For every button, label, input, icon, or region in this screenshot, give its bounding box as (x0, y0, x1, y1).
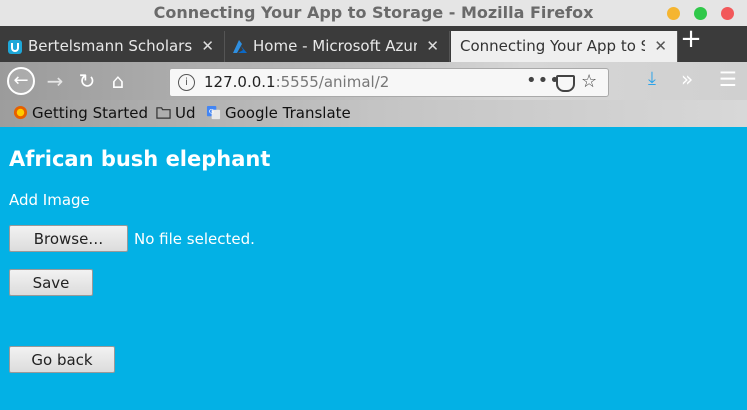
browse-button[interactable]: Browse… (9, 225, 128, 252)
folder-icon (156, 107, 171, 119)
close-window-button[interactable] (721, 7, 734, 20)
window-titlebar: Connecting Your App to Storage - Mozilla… (0, 0, 747, 26)
firefox-icon (13, 105, 28, 120)
pocket-icon[interactable] (556, 75, 575, 92)
url-text[interactable]: 127.0.0.1:5555/animal/2 (204, 73, 389, 91)
save-button[interactable]: Save (9, 269, 93, 296)
tab-label: Connecting Your App to St (460, 37, 645, 55)
tab-label: Home - Microsoft Azur (253, 37, 417, 55)
page-heading: African bush elephant (9, 147, 271, 171)
minimize-button[interactable] (667, 7, 680, 20)
bookmark-label: Google Translate (225, 104, 351, 122)
bookmark-folder-ud[interactable]: Ud (156, 104, 196, 122)
file-status-text: No file selected. (134, 230, 255, 248)
close-tab-icon[interactable]: ✕ (426, 31, 439, 62)
bookmark-getting-started[interactable]: Getting Started (13, 104, 148, 122)
add-image-label: Add Image (9, 191, 90, 209)
bookmark-google-translate[interactable]: G Google Translate (206, 104, 351, 122)
window-title: Connecting Your App to Storage - Mozilla… (153, 3, 594, 22)
azure-icon (233, 40, 247, 53)
url-bar[interactable]: i 127.0.0.1:5555/animal/2 ••• ☆ (169, 68, 609, 97)
reload-button[interactable]: ↻ (73, 67, 101, 95)
tab-label: Bertelsmann Scholarsh (28, 37, 192, 55)
home-button[interactable]: ⌂ (104, 67, 132, 95)
maximize-button[interactable] (694, 7, 707, 20)
info-icon[interactable]: i (178, 74, 195, 91)
close-tab-icon[interactable]: ✕ (654, 31, 667, 62)
udacity-icon (8, 40, 22, 54)
tab-bertelsmann[interactable]: Bertelsmann Scholarsh ✕ (0, 31, 225, 62)
google-translate-icon: G (206, 105, 221, 120)
overflow-menu-icon[interactable]: » (681, 67, 693, 91)
page-content: African bush elephant Add Image Browse… … (0, 127, 747, 410)
bookmark-star-icon[interactable]: ☆ (581, 71, 597, 92)
tab-azure[interactable]: Home - Microsoft Azur ✕ (225, 31, 450, 62)
bookmark-label: Getting Started (32, 104, 148, 122)
svg-text:G: G (209, 107, 214, 115)
url-host: 127.0.0.1 (204, 73, 276, 91)
go-back-button[interactable]: Go back (9, 346, 115, 373)
navigation-toolbar: ← → ↻ ⌂ i 127.0.0.1:5555/animal/2 ••• ☆ (0, 62, 747, 100)
bookmarks-toolbar: Getting Started Ud G Google Translate (0, 100, 747, 127)
tab-bar: Bertelsmann Scholarsh ✕ Home - Microsoft… (0, 26, 747, 62)
forward-button[interactable]: → (41, 67, 69, 95)
new-tab-button[interactable]: + (679, 26, 703, 52)
url-path: :5555/animal/2 (275, 73, 390, 91)
back-button[interactable]: ← (7, 67, 35, 95)
bookmark-label: Ud (175, 104, 196, 122)
hamburger-menu-icon[interactable]: ☰ (719, 67, 737, 91)
download-icon[interactable]: ⤓ (648, 68, 656, 89)
tab-connecting[interactable]: Connecting Your App to St ✕ (451, 31, 678, 62)
close-tab-icon[interactable]: ✕ (201, 31, 214, 62)
